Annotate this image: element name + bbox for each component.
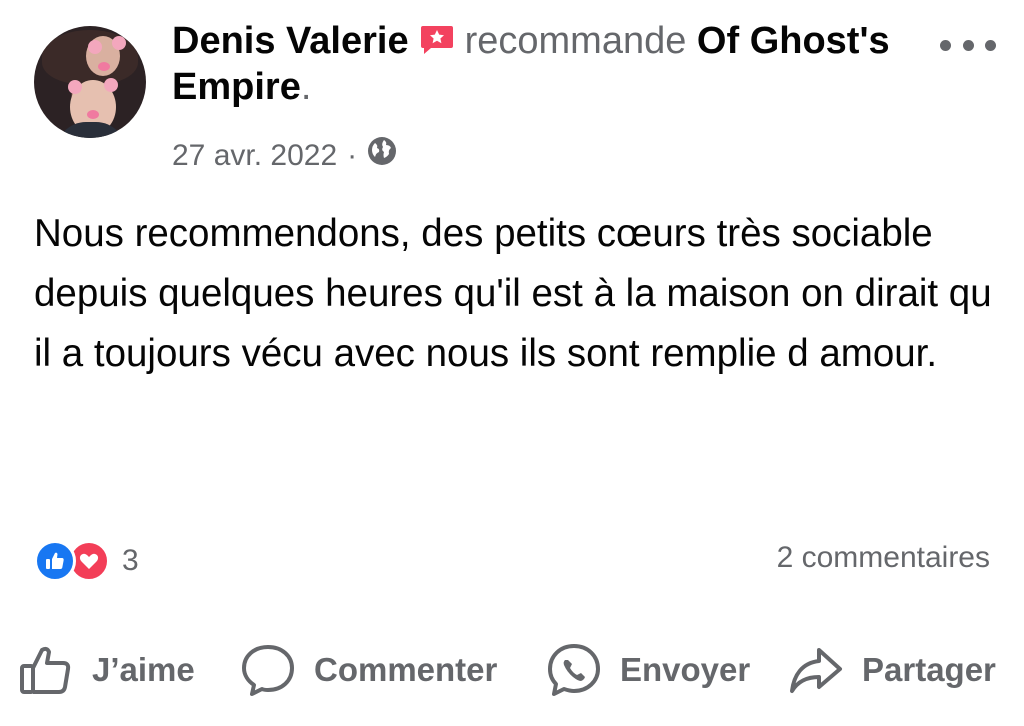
send-button[interactable]: Envoyer [546,632,750,708]
thumbs-up-icon [18,642,74,698]
author-name[interactable]: Denis Valerie [172,20,409,62]
comment-label: Commenter [314,651,498,688]
comments-count-link[interactable]: 2 commentaires [777,541,990,575]
share-button[interactable]: Partager [788,632,996,708]
post-header: Denis Valerie recommande Of Ghost's Empi… [172,18,892,110]
reactions-summary[interactable]: 3 [34,540,139,582]
post-meta: 27 avr. 2022 · [172,136,397,175]
like-icon [34,540,76,582]
more-options-icon[interactable] [940,30,996,60]
send-label: Envoyer [620,651,751,688]
recommend-verb: recommande [464,20,687,62]
like-button[interactable]: J’aime [18,632,195,708]
reaction-count: 3 [122,544,139,577]
globe-icon[interactable] [367,136,397,175]
action-bar: J’aime Commenter Envoyer Partager [0,632,1024,708]
trailing-period: . [300,66,312,108]
comment-bubble-icon [240,642,296,698]
post-date[interactable]: 27 avr. 2022 [172,138,337,174]
comment-button[interactable]: Commenter [240,632,497,708]
messenger-icon [546,642,602,698]
author-avatar[interactable] [34,26,146,138]
share-arrow-icon [788,642,844,698]
like-label: J’aime [92,651,195,688]
share-label: Partager [862,651,996,688]
meta-separator: · [347,138,358,172]
recommend-badge-icon [419,21,455,54]
post-body-text: Nous recommendons, des petits cœurs très… [34,212,992,375]
